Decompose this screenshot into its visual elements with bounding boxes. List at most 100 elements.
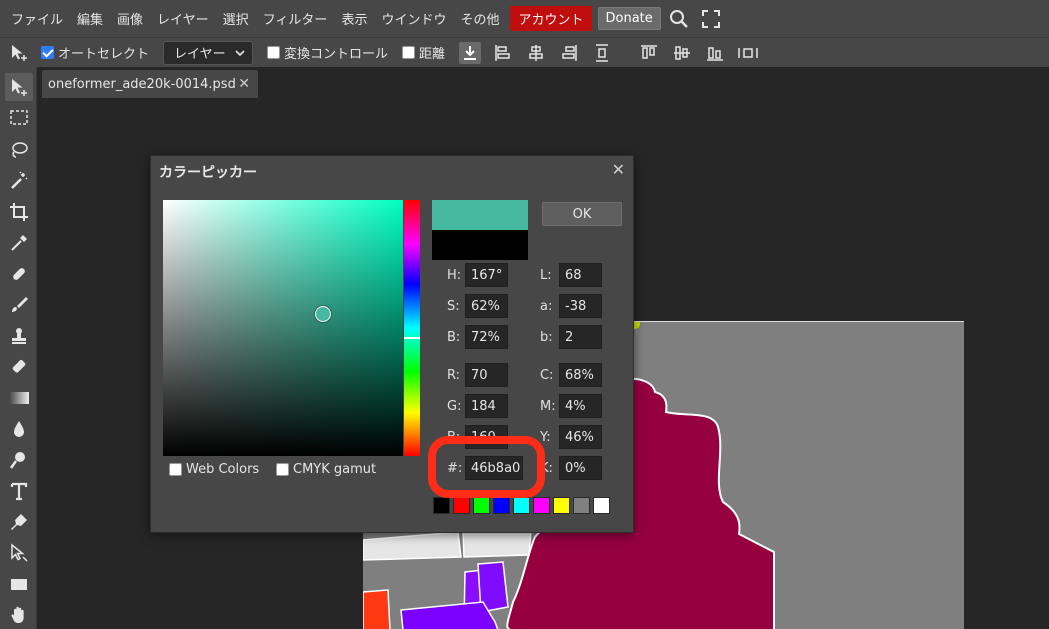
transform-controls-label: 変換コントロール xyxy=(284,47,389,62)
palette-swatch[interactable] xyxy=(533,497,550,514)
move-tool[interactable] xyxy=(5,73,33,101)
web-colors-option[interactable]: Web Colors xyxy=(169,462,259,477)
hex-highlight-annotation xyxy=(428,436,545,498)
palette-swatch[interactable] xyxy=(593,497,610,514)
menu-edit[interactable]: 編集 xyxy=(70,9,110,28)
distance-label: 距離 xyxy=(419,47,446,62)
search-icon[interactable] xyxy=(665,7,693,31)
palette-swatch[interactable] xyxy=(513,497,530,514)
web-colors-checkbox[interactable] xyxy=(169,463,182,476)
close-dialog-icon[interactable]: ✕ xyxy=(612,160,625,179)
menu-more[interactable]: その他 xyxy=(453,9,506,28)
menu-bar: ファイル 編集 画像 レイヤー 選択 フィルター 表示 ウインドウ その他 アカ… xyxy=(0,0,1049,37)
menu-filter[interactable]: フィルター xyxy=(256,9,335,28)
menu-image[interactable]: 画像 xyxy=(110,9,150,28)
rectangle-tool[interactable] xyxy=(5,570,33,598)
y-label: Y: xyxy=(540,430,551,445)
r-input[interactable]: 70 xyxy=(465,363,508,387)
distribute-v-icon[interactable] xyxy=(591,42,613,64)
hand-tool[interactable] xyxy=(5,601,33,629)
cmyk-gamut-label: CMYK gamut xyxy=(293,462,377,477)
a-input[interactable]: -38 xyxy=(559,294,602,318)
y-input[interactable]: 46% xyxy=(559,425,602,449)
marquee-tool[interactable] xyxy=(5,104,33,132)
gradient-tool[interactable] xyxy=(5,384,33,412)
align-left-icon[interactable] xyxy=(492,42,514,64)
g-input[interactable]: 184 xyxy=(465,394,508,418)
magic-wand-tool[interactable] xyxy=(5,167,33,195)
color-picker-cursor[interactable] xyxy=(315,306,331,322)
path-select-tool[interactable] xyxy=(5,539,33,567)
tools-panel xyxy=(0,67,37,629)
align-bottom-icon[interactable] xyxy=(704,42,726,64)
transform-controls-checkbox[interactable] xyxy=(267,46,281,59)
pen-tool[interactable] xyxy=(5,508,33,536)
align-center-h-icon[interactable] xyxy=(525,42,547,64)
lasso-tool[interactable] xyxy=(5,136,33,164)
brightness-input[interactable]: 72% xyxy=(465,325,508,349)
auto-select-checkbox[interactable] xyxy=(41,46,54,59)
document-tab[interactable]: oneformer_ade20k-0014.psd ✕ xyxy=(42,70,258,98)
h-label: H: xyxy=(447,268,462,283)
r-label: R: xyxy=(447,368,461,383)
web-colors-label: Web Colors xyxy=(186,462,260,477)
account-button[interactable]: アカウント xyxy=(510,6,592,31)
palette-swatch[interactable] xyxy=(473,497,490,514)
align-middle-v-icon[interactable] xyxy=(671,42,693,64)
align-right-icon[interactable] xyxy=(558,42,580,64)
auto-select-label: オートセレクト xyxy=(58,47,150,62)
move-tool-icon xyxy=(8,42,30,64)
dialog-title: カラーピッカー xyxy=(159,165,257,181)
brush-tool[interactable] xyxy=(5,291,33,319)
color-picker-dialog: カラーピッカー ✕ OK H: 167° S: 62% B: 72% R: 70… xyxy=(150,155,634,533)
l-input[interactable]: 68 xyxy=(559,263,602,287)
stamp-tool[interactable] xyxy=(5,322,33,350)
document-tab-name: oneformer_ade20k-0014.psd xyxy=(48,76,236,92)
cmyk-gamut-checkbox[interactable] xyxy=(276,463,289,476)
menu-window[interactable]: ウインドウ xyxy=(374,9,453,28)
menu-file[interactable]: ファイル xyxy=(4,9,70,28)
donate-button[interactable]: Donate xyxy=(597,7,661,30)
palette-swatch[interactable] xyxy=(493,497,510,514)
eraser-tool[interactable] xyxy=(5,353,33,381)
crop-tool[interactable] xyxy=(5,198,33,226)
fullscreen-icon[interactable] xyxy=(697,7,725,31)
distribute-h-icon[interactable] xyxy=(737,42,759,64)
m-label: M: xyxy=(540,399,556,414)
blur-tool[interactable] xyxy=(5,415,33,443)
chevron-down-icon xyxy=(235,49,245,56)
saturation-brightness-field[interactable] xyxy=(163,200,403,456)
download-icon[interactable] xyxy=(459,41,482,64)
g-label: G: xyxy=(447,399,462,414)
c-input[interactable]: 68% xyxy=(559,363,602,387)
menu-layer[interactable]: レイヤー xyxy=(150,9,216,28)
type-tool[interactable] xyxy=(5,477,33,505)
distance-checkbox[interactable] xyxy=(402,46,416,59)
dodge-tool[interactable] xyxy=(5,446,33,474)
close-tab-icon[interactable]: ✕ xyxy=(238,76,250,92)
hue-slider-handle[interactable] xyxy=(404,337,420,339)
layer-select-dropdown[interactable]: レイヤー xyxy=(163,40,254,65)
healing-brush-tool[interactable] xyxy=(5,260,33,288)
brightness-label: B: xyxy=(447,330,461,345)
s-label: S: xyxy=(447,299,460,314)
menu-select[interactable]: 選択 xyxy=(216,9,256,28)
s-input[interactable]: 62% xyxy=(465,294,508,318)
lab-b-input[interactable]: 2 xyxy=(559,325,602,349)
ok-button[interactable]: OK xyxy=(542,202,622,226)
cmyk-gamut-option[interactable]: CMYK gamut xyxy=(276,462,376,477)
palette-swatch[interactable] xyxy=(453,497,470,514)
options-bar: オートセレクト レイヤー 変換コントロール 距離 xyxy=(0,37,1049,67)
new-color-swatch xyxy=(432,200,528,230)
palette-swatch[interactable] xyxy=(433,497,450,514)
palette-swatch[interactable] xyxy=(573,497,590,514)
palette-swatch[interactable] xyxy=(553,497,570,514)
previous-color-swatch[interactable] xyxy=(432,230,528,260)
menu-view[interactable]: 表示 xyxy=(334,9,374,28)
k-input[interactable]: 0% xyxy=(559,456,602,480)
align-top-icon[interactable] xyxy=(638,42,660,64)
eyedropper-tool[interactable] xyxy=(5,229,33,257)
h-input[interactable]: 167° xyxy=(465,263,508,287)
m-input[interactable]: 4% xyxy=(559,394,602,418)
hue-slider[interactable] xyxy=(404,200,420,456)
